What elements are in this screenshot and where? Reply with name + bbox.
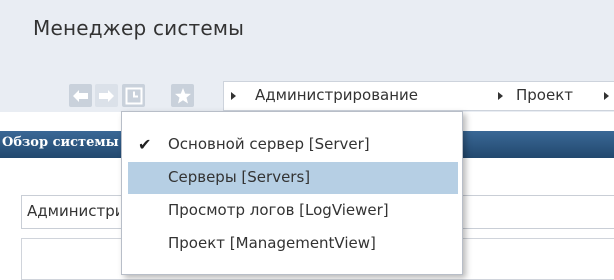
breadcrumb-item-administration[interactable]: Администрирование — [255, 86, 418, 104]
breadcrumb-separator-icon[interactable] — [498, 92, 503, 100]
menu-item-label: Основной сервер [Server] — [168, 135, 370, 153]
section-title: Обзор системы — [2, 135, 119, 150]
breadcrumb-separator-icon[interactable] — [231, 92, 236, 100]
check-icon: ✔ — [138, 135, 152, 154]
menu-item-label: Проект [ManagementView] — [168, 234, 376, 252]
star-icon — [174, 87, 192, 105]
arrow-right-icon — [98, 89, 115, 103]
menu-item-label: Просмотр логов [LogViewer] — [168, 201, 389, 219]
arrow-left-icon — [72, 89, 89, 103]
forward-button[interactable] — [95, 84, 118, 107]
favorites-button[interactable] — [171, 84, 194, 107]
menu-item-servers[interactable]: Серверы [Servers] — [128, 162, 458, 194]
history-button[interactable] — [122, 84, 145, 107]
menu-item-main-server[interactable]: ✔ Основной сервер [Server] — [128, 129, 458, 161]
breadcrumb-separator-icon[interactable] — [604, 92, 609, 100]
back-button[interactable] — [69, 84, 92, 107]
menu-item-log-viewer[interactable]: Просмотр логов [LogViewer] — [128, 195, 458, 227]
breadcrumb-dropdown-menu: ✔ Основной сервер [Server] Серверы [Serv… — [121, 111, 463, 275]
history-icon — [125, 87, 143, 105]
menu-item-management-view[interactable]: Проект [ManagementView] — [128, 228, 458, 260]
breadcrumb-item-project[interactable]: Проект — [516, 86, 573, 104]
administration-field-text: Администрирование — [27, 202, 119, 220]
app-title: Менеджер системы — [33, 16, 245, 40]
menu-item-label: Серверы [Servers] — [168, 168, 311, 186]
